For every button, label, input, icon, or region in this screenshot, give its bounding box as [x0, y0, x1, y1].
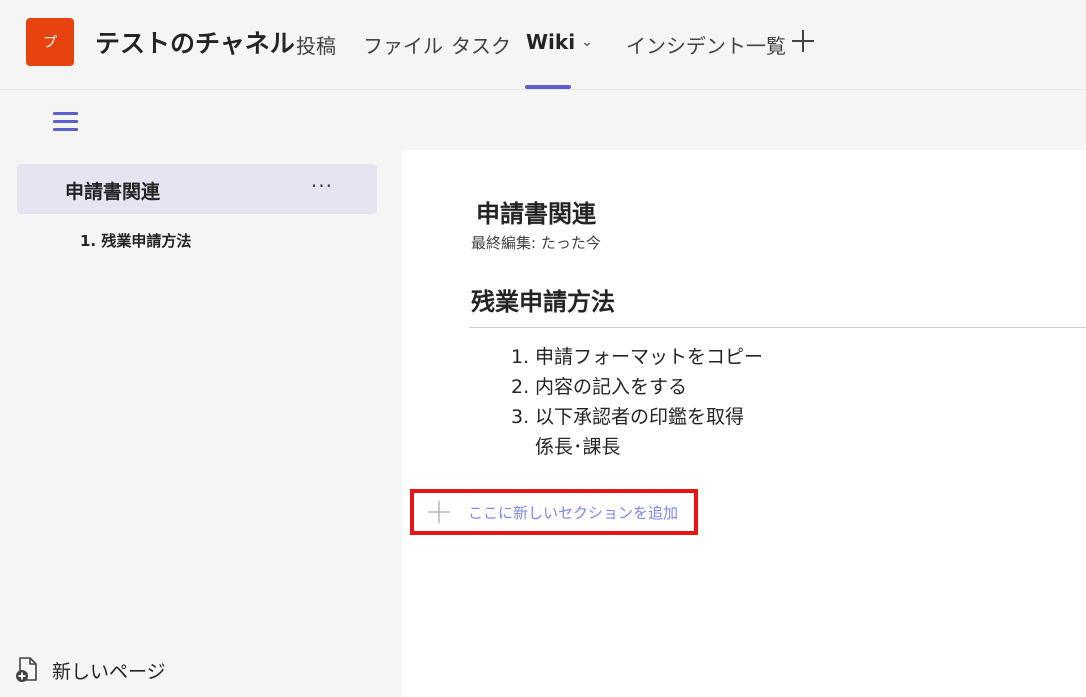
team-avatar[interactable]: プ	[26, 18, 74, 66]
plus-icon	[428, 501, 450, 523]
team-initial: プ	[43, 35, 57, 51]
tab-tasks[interactable]: タスク	[451, 30, 511, 59]
page-title: 申請書関連	[476, 200, 596, 228]
channel-title: テストのチャネル	[95, 29, 295, 58]
sidebar-section-item[interactable]: 1. 残業申請方法	[80, 230, 191, 251]
wiki-content: 申請書関連 最終編集: たった今 残業申請方法 1. 申請フォーマットをコピー 2…	[402, 150, 1086, 697]
more-options-icon[interactable]: ···	[311, 174, 333, 198]
list-item: 3. 以下承認者の印鑑を取得	[511, 406, 745, 428]
section-body-list[interactable]: 1. 申請フォーマットをコピー 2. 内容の記入をする 3. 以下承認者の印鑑を取得 …	[511, 342, 763, 462]
sidebar-item-selected-page[interactable]: 申請書関連 ···	[17, 164, 377, 214]
channel-header: プ テストのチャネル 投稿 ファイル タスク Wiki ⌄ インシデント一覧	[0, 0, 1086, 90]
list-item-continuation: 係長･課長	[535, 436, 621, 458]
active-tab-indicator	[525, 85, 571, 89]
list-item: 1. 申請フォーマットをコピー	[511, 346, 764, 368]
add-tab-icon[interactable]	[790, 28, 816, 54]
hamburger-menu-icon[interactable]	[53, 110, 79, 132]
last-edited-text: 最終編集: たった今	[471, 234, 601, 252]
add-section-label: ここに新しいセクションを追加	[468, 503, 679, 522]
new-page-icon	[16, 657, 37, 682]
tab-wiki[interactable]: Wiki ⌄	[526, 30, 593, 54]
new-page-label: 新しいページ	[52, 660, 166, 683]
new-page-button[interactable]: 新しいページ	[14, 656, 166, 684]
list-item: 2. 内容の記入をする	[511, 376, 688, 398]
add-section-button[interactable]: ここに新しいセクションを追加	[410, 489, 698, 535]
section-title[interactable]: 残業申請方法	[471, 282, 615, 317]
section-divider	[469, 327, 1086, 328]
sidebar-item-label: 申請書関連	[65, 181, 161, 203]
chevron-down-icon[interactable]: ⌄	[581, 34, 593, 50]
wiki-sidebar: 申請書関連 ··· 1. 残業申請方法 新しいページ	[0, 150, 400, 697]
tab-incident-list[interactable]: インシデント一覧	[626, 30, 786, 59]
tab-files[interactable]: ファイル	[363, 30, 443, 59]
tab-wiki-label: Wiki	[526, 30, 576, 54]
tab-posts[interactable]: 投稿	[296, 30, 336, 59]
